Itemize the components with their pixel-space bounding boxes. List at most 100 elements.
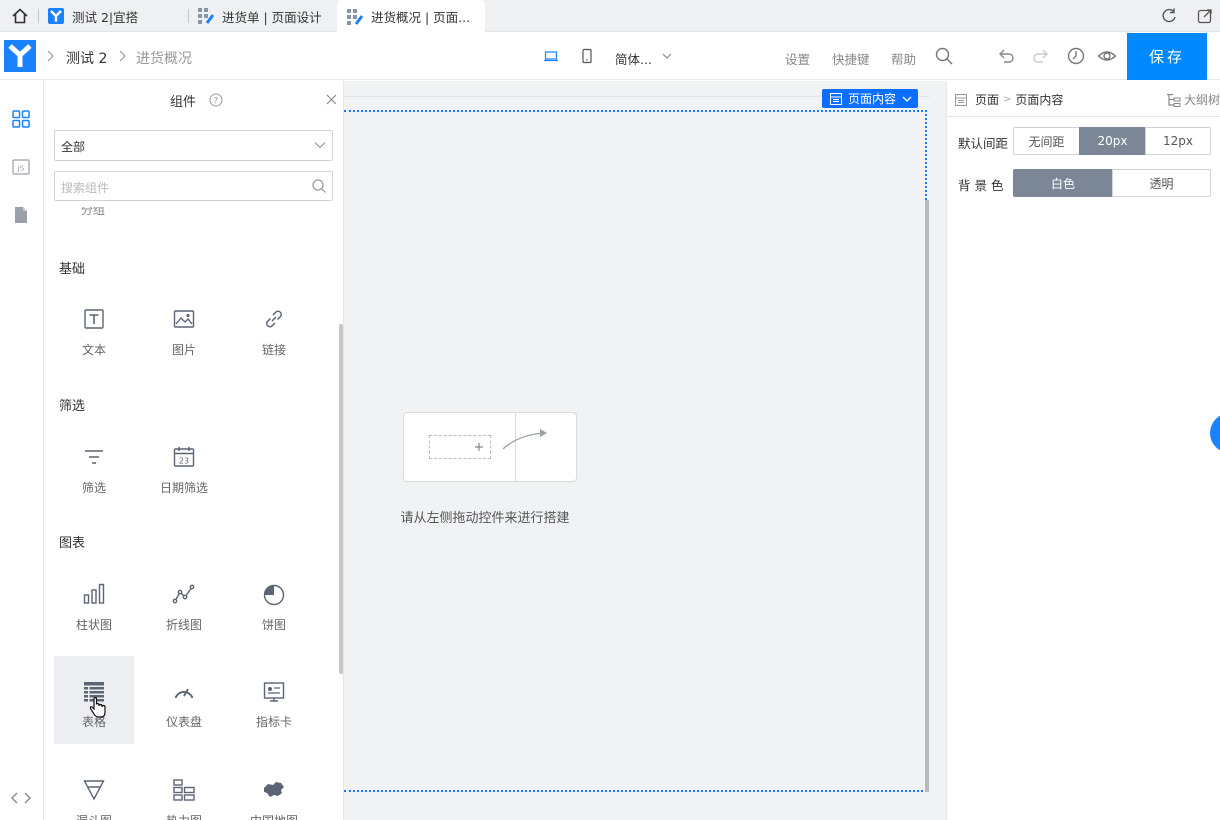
refresh-icon[interactable]	[1160, 7, 1178, 25]
search-placeholder: 搜索组件	[61, 181, 110, 195]
component-label: 仪表盘	[165, 715, 202, 729]
breadcrumb-app[interactable]: 测试 2	[66, 48, 107, 68]
spacing-option-20px[interactable]: 20px	[1079, 127, 1146, 155]
component-pie-chart[interactable]: 饼图	[234, 568, 314, 656]
crumb-separator: >	[1003, 94, 1012, 105]
search-icon[interactable]	[934, 46, 954, 66]
link-icon	[266, 310, 282, 328]
desktop-view-icon[interactable]	[543, 48, 559, 64]
browser-tab-purchase-overview[interactable]: 进货概况 | 页面...	[337, 0, 485, 33]
kpi-card-icon	[263, 682, 285, 702]
mobile-view-icon[interactable]	[579, 48, 595, 64]
page-design-icon	[198, 8, 214, 24]
component-bar-chart[interactable]: 柱状图	[54, 568, 134, 656]
component-label: 柱状图	[75, 618, 112, 632]
text-icon	[84, 309, 104, 329]
filter-icon	[85, 450, 103, 464]
bg-color-label: 背 景 色	[958, 178, 1004, 193]
component-link[interactable]: 链接	[234, 293, 314, 381]
browser-tab-bar: 测试 2|宜搭 进货单 | 页面设计 进货概况 | 页面...	[0, 0, 1220, 33]
chevron-down-icon	[314, 142, 326, 149]
component-text[interactable]: 文本	[54, 293, 134, 381]
component-funnel[interactable]: 漏斗图	[54, 766, 134, 820]
code-toggle-icon[interactable]	[10, 790, 32, 806]
open-external-icon[interactable]	[1196, 7, 1214, 25]
gauge-icon	[174, 688, 194, 699]
chevron-right-icon	[119, 50, 126, 62]
component-date-filter[interactable]: 23 日期筛选	[144, 431, 224, 519]
components-grid-icon[interactable]	[11, 109, 31, 129]
group-label-cut: 分组	[81, 207, 106, 217]
drag-hint-text: 请从左侧拖动控件来进行搭建	[400, 511, 570, 526]
component-gauge[interactable]: 仪表盘	[144, 656, 224, 744]
chevron-down-icon	[662, 53, 672, 59]
properties-panel: 页面 > 页面内容 大纲树 默认间距 无间距 20px 12px 背 景 色 白…	[946, 81, 1220, 820]
tab-title: 进货概况 | 页面...	[371, 10, 471, 25]
props-crumb-root[interactable]: 页面	[975, 91, 999, 108]
help-button[interactable]: 帮助	[891, 49, 916, 68]
close-icon[interactable]	[326, 94, 337, 105]
outline-tree-button[interactable]: 大纲树	[1165, 91, 1220, 108]
canvas-scrollbar[interactable]	[925, 200, 929, 792]
component-label: 热力图	[144, 812, 224, 820]
js-code-icon[interactable]: JS	[11, 157, 31, 177]
calendar-icon: 23	[173, 447, 195, 467]
bg-option-transparent[interactable]: 透明	[1112, 169, 1211, 197]
component-label: 文本	[81, 343, 106, 357]
save-button[interactable]: 保存	[1127, 33, 1207, 80]
outline-label: 大纲树	[1184, 93, 1220, 107]
component-search-input[interactable]: 搜索组件	[54, 171, 333, 201]
pie-chart-icon	[263, 584, 285, 606]
preview-eye-icon[interactable]	[1097, 46, 1117, 66]
outline-tree-icon	[1167, 93, 1181, 107]
component-label: 日期筛选	[159, 481, 208, 495]
spacing-label: 默认间距	[958, 136, 1009, 151]
page-layout-icon	[830, 92, 842, 105]
divider	[947, 116, 1220, 117]
page-design-icon	[347, 8, 363, 25]
tab-title: 进货单 | 页面设计	[222, 9, 322, 25]
data-source-file-icon[interactable]	[11, 205, 31, 225]
component-label: 指标卡	[255, 715, 292, 729]
tab-title: 测试 2|宜搭	[72, 9, 139, 25]
redo-icon[interactable]	[1031, 46, 1051, 66]
image-icon	[173, 310, 195, 328]
page-tag-label: 页面内容	[848, 92, 897, 106]
yida-logo-icon[interactable]	[4, 40, 36, 72]
component-category-select[interactable]: 全部	[54, 130, 333, 161]
spacing-option-12px[interactable]: 12px	[1145, 127, 1211, 155]
component-heatmap[interactable]: 热力图	[144, 766, 224, 820]
history-icon[interactable]	[1066, 46, 1086, 66]
page-content-selector[interactable]: 页面内容	[822, 89, 919, 108]
component-kpi-card[interactable]: 指标卡	[234, 656, 314, 744]
component-label: 饼图	[261, 618, 286, 632]
bar-chart-icon	[83, 583, 105, 604]
component-filter[interactable]: 筛选	[54, 431, 134, 519]
component-image[interactable]: 图片	[144, 293, 224, 381]
shortcuts-button[interactable]: 快捷键	[832, 49, 870, 68]
page-layout-icon	[955, 93, 967, 106]
browser-tab-app[interactable]: 测试 2|宜搭	[38, 0, 188, 32]
component-line-chart[interactable]: 折线图	[144, 568, 224, 656]
help-circle-icon[interactable]: ?	[209, 93, 223, 107]
panel-scrollbar[interactable]	[339, 324, 343, 674]
bg-option-white[interactable]: 白色	[1013, 169, 1113, 197]
section-title-filter: 筛选	[59, 399, 86, 414]
home-icon[interactable]	[11, 7, 29, 25]
select-value: 全部	[61, 140, 86, 154]
spacing-option-none[interactable]: 无间距	[1013, 127, 1080, 155]
props-crumb-current: 页面内容	[1015, 93, 1064, 107]
undo-icon[interactable]	[996, 46, 1016, 66]
plus-icon	[475, 443, 483, 451]
component-table[interactable]: 表格	[54, 656, 134, 744]
svg-text:?: ?	[214, 97, 219, 107]
settings-button[interactable]: 设置	[785, 49, 810, 68]
language-select[interactable]: 简体...	[615, 49, 652, 68]
hand-cursor-icon	[89, 696, 106, 718]
component-china-map[interactable]: 中国地图	[234, 766, 314, 820]
component-label: 漏斗图	[54, 812, 134, 820]
browser-tab-purchase-order[interactable]: 进货单 | 页面设计	[188, 0, 336, 32]
svg-text:JS: JS	[17, 165, 25, 173]
funnel-icon	[83, 780, 105, 801]
breadcrumb-page[interactable]: 进货概况	[136, 48, 192, 68]
